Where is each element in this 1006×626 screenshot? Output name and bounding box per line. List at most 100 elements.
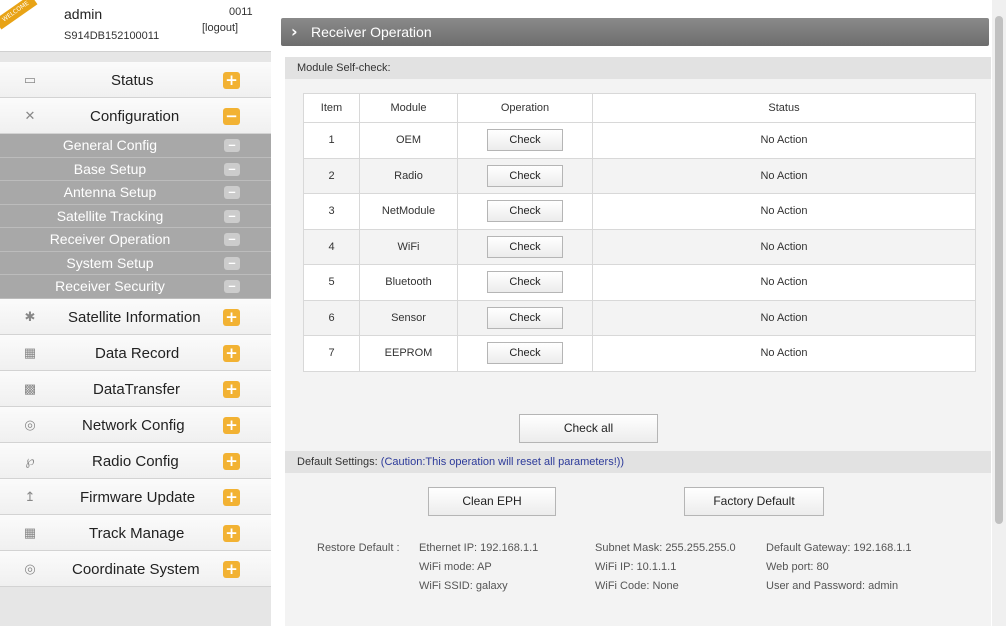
- menu-label: Coordinate System: [72, 560, 200, 578]
- submenu-base-setup[interactable]: Base Setup –: [0, 157, 271, 181]
- expand-icon[interactable]: +: [223, 524, 240, 542]
- table-row: 5 Bluetooth Check No Action: [303, 264, 976, 301]
- ethernet-ip: Ethernet IP: 192.168.1.1: [419, 542, 539, 554]
- expand-icon[interactable]: +: [223, 452, 240, 470]
- submenu-general-config[interactable]: General Config –: [0, 134, 271, 158]
- table-row: 6 Sensor Check No Action: [303, 299, 976, 336]
- item-cell: 4: [303, 228, 360, 265]
- module-cell: NetModule: [359, 193, 458, 230]
- submenu-receiver-operation[interactable]: Receiver Operation –: [0, 228, 271, 252]
- submenu-system-setup[interactable]: System Setup –: [0, 251, 271, 275]
- factory-default-button[interactable]: Factory Default: [684, 487, 824, 516]
- menu-label: Data Record: [95, 344, 180, 362]
- check-button[interactable]: Check: [487, 306, 563, 329]
- menu-label: Firmware Update: [80, 488, 196, 506]
- minus-icon: –: [224, 209, 240, 223]
- minus-icon: –: [224, 138, 240, 152]
- expand-icon[interactable]: +: [223, 488, 240, 506]
- check-button[interactable]: Check: [487, 164, 563, 187]
- expand-icon[interactable]: +: [223, 308, 240, 326]
- status-cell: No Action: [592, 264, 976, 301]
- default-settings-header: Default Settings: (Caution:This operatio…: [285, 451, 991, 473]
- submenu-label: Satellite Tracking: [56, 207, 164, 224]
- column-header: Module: [359, 93, 458, 123]
- scrollbar-thumb[interactable]: [995, 16, 1003, 524]
- restore-default-label: Restore Default :: [317, 542, 400, 554]
- check-button[interactable]: Check: [487, 129, 563, 152]
- table-row: 2 Radio Check No Action: [303, 157, 976, 194]
- menu-datatransfer[interactable]: ▩ DataTransfer +: [0, 370, 271, 407]
- expand-icon[interactable]: +: [223, 380, 240, 398]
- device-serial: S914DB152100011: [64, 30, 160, 42]
- submenu-satellite-tracking[interactable]: Satellite Tracking –: [0, 204, 271, 228]
- menu-network-config[interactable]: ◎ Network Config +: [0, 406, 271, 443]
- wifi-mode: WiFi mode: AP: [419, 561, 492, 573]
- operation-cell: Check: [457, 228, 593, 265]
- logout-link[interactable]: [logout]: [202, 22, 238, 34]
- tools-icon: ✕: [24, 108, 36, 123]
- menu-configuration[interactable]: ✕ Configuration −: [0, 98, 271, 134]
- column-header: Item: [303, 93, 360, 123]
- clean-eph-button[interactable]: Clean EPH: [428, 487, 556, 516]
- table-row: 4 WiFi Check No Action: [303, 228, 976, 265]
- menu-label: Satellite Information: [68, 308, 201, 326]
- menu-firmware-update[interactable]: ↥ Firmware Update +: [0, 478, 271, 515]
- operation-cell: Check: [457, 335, 593, 372]
- menu-label: Status: [111, 72, 154, 89]
- menu-label: DataTransfer: [93, 380, 180, 398]
- username: admin: [64, 6, 103, 22]
- user-panel: WELCOME admin S914DB152100011 0011 [logo…: [0, 0, 271, 52]
- expand-icon[interactable]: +: [223, 560, 240, 578]
- menu-status[interactable]: ▭ Status +: [0, 62, 271, 98]
- wifi-ip: WiFi IP: 10.1.1.1: [595, 561, 677, 573]
- minus-icon: –: [224, 256, 240, 270]
- check-button[interactable]: Check: [487, 200, 563, 223]
- menu-label: Network Config: [82, 416, 185, 434]
- check-button[interactable]: Check: [487, 342, 563, 365]
- minus-icon: –: [224, 162, 240, 176]
- antenna-icon: ℘: [25, 452, 35, 468]
- collapse-icon[interactable]: −: [223, 108, 240, 125]
- menu-track-manage[interactable]: ▦ Track Manage +: [0, 514, 271, 551]
- column-header: Operation: [457, 93, 593, 123]
- menu-data-record[interactable]: ▦ Data Record +: [0, 334, 271, 371]
- network-icon: ▩: [23, 380, 37, 396]
- menu-radio-config[interactable]: ℘ Radio Config +: [0, 442, 271, 479]
- menu-satellite-information[interactable]: ✱ Satellite Information +: [0, 298, 271, 335]
- device-code: 0011: [229, 6, 253, 18]
- menu-label: Configuration: [90, 108, 180, 125]
- chevron-right-icon: ›: [291, 22, 298, 41]
- check-all-button[interactable]: Check all: [519, 414, 658, 443]
- menu-coordinate-system[interactable]: ◎ Coordinate System +: [0, 550, 271, 587]
- caution-text: (Caution:This operation will reset all p…: [380, 456, 625, 468]
- page-scrollbar[interactable]: [992, 0, 1006, 626]
- check-button[interactable]: Check: [487, 271, 563, 294]
- expand-icon[interactable]: +: [223, 72, 240, 89]
- expand-icon[interactable]: +: [223, 344, 240, 362]
- status-cell: No Action: [592, 228, 976, 265]
- operation-cell: Check: [457, 157, 593, 194]
- item-cell: 7: [303, 335, 360, 372]
- module-cell: Radio: [359, 157, 458, 194]
- item-cell: 6: [303, 299, 360, 336]
- submenu-receiver-security[interactable]: Receiver Security –: [0, 275, 271, 299]
- default-gateway: Default Gateway: 192.168.1.1: [766, 542, 912, 554]
- submenu-label: Receiver Operation: [49, 231, 171, 247]
- minus-icon: –: [224, 232, 240, 246]
- module-cell: Sensor: [359, 299, 458, 336]
- page-title-bar: › Receiver Operation: [281, 18, 989, 46]
- main-menu: ▭ Status + ✕ Configuration − General Con…: [0, 62, 271, 587]
- subnet-mask: Subnet Mask: 255.255.255.0: [595, 542, 736, 554]
- module-cell: OEM: [359, 122, 458, 159]
- check-button[interactable]: Check: [487, 235, 563, 258]
- submenu-antenna-setup[interactable]: Antenna Setup –: [0, 181, 271, 205]
- module-table: Item Module Operation Status 1 OEM Check…: [303, 93, 976, 372]
- submenu-label: General Config: [62, 137, 158, 153]
- status-cell: No Action: [592, 335, 976, 372]
- item-cell: 3: [303, 193, 360, 230]
- operation-cell: Check: [457, 193, 593, 230]
- module-cell: WiFi: [359, 228, 458, 265]
- expand-icon[interactable]: +: [223, 416, 240, 434]
- menu-label: Track Manage: [89, 524, 185, 542]
- monitor-icon: ▭: [23, 72, 37, 87]
